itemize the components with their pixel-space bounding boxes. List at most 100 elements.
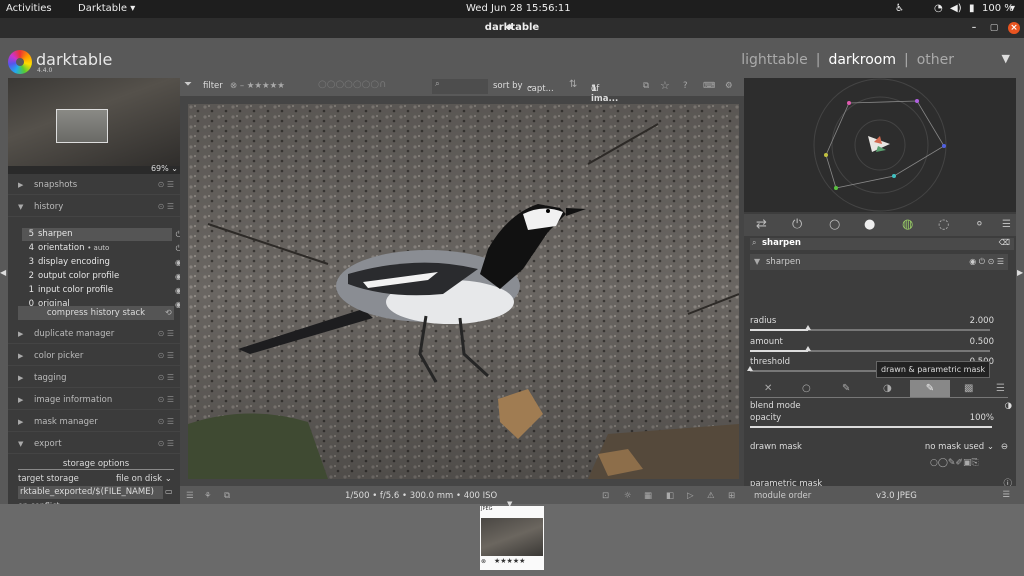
presets-icon[interactable]: ⚘	[204, 491, 212, 501]
mask-remove-icon[interactable]: ⊖	[1001, 440, 1008, 454]
module-order-menu-icon[interactable]: ☰	[1002, 490, 1010, 500]
quick-panel-icon[interactable]: ⇄	[756, 217, 767, 232]
reject-icon[interactable]: ⊗	[481, 558, 486, 565]
guides-icon[interactable]: ⊞	[728, 491, 735, 501]
module-image-information[interactable]: ▶ image information ⊙ ☰	[8, 390, 180, 410]
filmstrip-thumbnail[interactable]: JPEG ⊗ ★★★★★	[480, 506, 544, 570]
history-item[interactable]: 2 output color profile ◉	[22, 270, 182, 283]
base-group-icon[interactable]: ○	[829, 217, 840, 232]
color-label-filter[interactable]: ○○○○○○○∩	[318, 79, 386, 90]
grouping-icon[interactable]: ⧉	[643, 81, 649, 91]
module-duplicate-manager[interactable]: ▶ duplicate manager ⊙ ☰	[8, 324, 180, 344]
sort-order-icon[interactable]: ⇅	[569, 79, 577, 90]
gamut-check-icon[interactable]: ⚠	[707, 491, 715, 501]
history-item[interactable]: 5 sharpen ⏻	[22, 228, 182, 241]
volume-icon[interactable]: ◀)	[950, 3, 962, 14]
app-menu[interactable]: Darktable ▾	[78, 3, 135, 14]
parametric-mask-icon[interactable]: ◑	[883, 383, 892, 394]
help-icon[interactable]: ?	[683, 81, 688, 91]
drawn-mask-row[interactable]: drawn mask no mask used ⌄ ⊖	[750, 440, 1008, 454]
module-history[interactable]: ▼ history ⊙ ☰	[8, 197, 180, 217]
module-tagging[interactable]: ▶ tagging ⊙ ☰	[8, 368, 180, 388]
header-dropdown-icon[interactable]: ▼	[1002, 52, 1010, 65]
history-item[interactable]: 3 display encoding ◉	[22, 256, 182, 269]
darktable-app: darktable 4.4.0 lighttable | darkroom | othe…	[0, 38, 1024, 576]
module-search-box[interactable]: ⌕ sharpen ⌫	[750, 238, 1014, 250]
compress-history-button[interactable]: compress history stack	[18, 306, 174, 320]
view-other[interactable]: other	[917, 52, 954, 68]
effects-group-icon[interactable]: ⚬	[974, 217, 985, 232]
close-button[interactable]: ×	[1008, 22, 1020, 34]
drawn-parametric-mask-tab[interactable]: ✎	[910, 380, 950, 397]
compress-options-icon[interactable]: ⟲	[165, 308, 172, 317]
rating-filter[interactable]: ⊗ – ★★★★★	[230, 81, 285, 91]
param-slider[interactable]	[750, 325, 990, 331]
module-header-icons[interactable]: ◉ ⏻ ⊙ ☰	[969, 254, 1004, 270]
view-darkroom[interactable]: darkroom	[828, 52, 896, 68]
battery-icon[interactable]: ▮	[969, 3, 975, 14]
star-icon[interactable]: ☆	[660, 79, 670, 92]
no-mask-select[interactable]: no mask used ⌄	[925, 440, 994, 454]
focus-peaking-icon[interactable]: ⊡	[602, 491, 609, 501]
blend-off-icon[interactable]: ✕	[764, 383, 772, 394]
mask-shape-icons[interactable]: ○◯✎✐▣⎘	[930, 458, 979, 468]
sort-select[interactable]: capt... ⌄	[527, 81, 554, 94]
param-row[interactable]: amount 0.500	[750, 335, 1008, 349]
raw-overexposed-icon[interactable]: ◧	[666, 491, 674, 501]
quick-access-icon[interactable]: ☰	[186, 491, 194, 501]
softproof-icon[interactable]: ▷	[687, 491, 694, 501]
clear-search-icon[interactable]: ⌫	[999, 238, 1010, 247]
module-snapshots[interactable]: ▶ snapshots ⊙ ☰	[8, 175, 180, 195]
raster-mask-icon[interactable]: ▩	[964, 383, 973, 394]
target-storage-select[interactable]: file on disk ⌄	[116, 474, 172, 484]
filter-funnel-icon[interactable]: ⏷	[184, 79, 192, 90]
color-assessment-icon[interactable]: ☼	[624, 491, 632, 501]
navigation-viewport-box[interactable]	[56, 109, 108, 143]
maximize-button[interactable]: ▢	[988, 22, 1000, 34]
slider-marker[interactable]	[804, 346, 811, 351]
param-row[interactable]: radius 2.000	[750, 314, 1008, 328]
thumbnail-stars[interactable]: ★★★★★	[494, 557, 525, 565]
blend-menu-icon[interactable]: ☰	[996, 383, 1005, 394]
right-panel-collapse-icon[interactable]: ▶	[1017, 268, 1023, 277]
module-search-input[interactable]: sharpen	[762, 238, 801, 248]
history-item[interactable]: 4 orientation • auto ⏻	[22, 242, 182, 255]
history-item[interactable]: 1 input color profile ◉	[22, 284, 182, 297]
sharpen-module-header[interactable]: ▼ sharpen ◉ ⏻ ⊙ ☰	[750, 254, 1008, 270]
drawn-mask-icon[interactable]: ✎	[842, 383, 850, 394]
opacity-row[interactable]: opacity 100%	[750, 411, 1008, 425]
navigation-preview[interactable]: 69% ⌄	[8, 78, 180, 174]
uniformly-icon[interactable]: ○	[802, 383, 811, 394]
module-export[interactable]: ▼ export ⊙ ☰	[8, 434, 180, 454]
preferences-gear-icon[interactable]: ⚙	[725, 81, 733, 91]
wifi-icon[interactable]: ◔	[934, 3, 943, 14]
activities-button[interactable]: Activities	[6, 3, 52, 14]
tone-group-icon[interactable]: ●	[864, 217, 875, 232]
clock[interactable]: Wed Jun 28 15:56:11	[466, 3, 571, 14]
module-color-picker[interactable]: ▶ color picker ⊙ ☰	[8, 346, 180, 366]
slider-marker[interactable]	[747, 366, 753, 371]
module-mask-manager[interactable]: ▶ mask manager ⊙ ☰	[8, 412, 180, 432]
photo-canvas[interactable]	[188, 104, 739, 479]
left-panel-collapse-icon[interactable]: ◀	[0, 268, 6, 277]
slider-marker[interactable]	[804, 325, 811, 330]
search-filter-input[interactable]: ⌕	[432, 79, 488, 94]
accessibility-icon[interactable]: ♿	[895, 3, 904, 14]
overexposed-icon[interactable]: ▦	[644, 491, 652, 501]
center-view: ⏷ filter ⊗ – ★★★★★ ○○○○○○○∩ ⌕ sort by ca…	[180, 78, 744, 508]
export-path-input[interactable]: rktable_exported/$(FILE_NAME)	[18, 486, 163, 499]
vectorscope[interactable]	[744, 78, 1016, 212]
opacity-slider[interactable]	[750, 426, 992, 428]
styles-icon[interactable]: ⧉	[224, 491, 230, 501]
system-menu-icon[interactable]: ▾	[1010, 3, 1015, 14]
minimize-button[interactable]: –	[968, 22, 980, 34]
keyboard-icon[interactable]: ⌨	[703, 81, 715, 91]
zoom-level[interactable]: 69% ⌄	[151, 164, 178, 173]
view-lighttable[interactable]: lighttable	[741, 52, 808, 68]
groups-menu-icon[interactable]: ☰	[1002, 219, 1011, 230]
correct-group-icon[interactable]: ◌	[938, 217, 949, 232]
color-group-icon[interactable]: ◍	[902, 217, 913, 232]
param-slider[interactable]	[750, 346, 990, 352]
folder-icon[interactable]: ▭	[165, 487, 173, 496]
active-modules-icon[interactable]: ⏻	[792, 217, 802, 232]
